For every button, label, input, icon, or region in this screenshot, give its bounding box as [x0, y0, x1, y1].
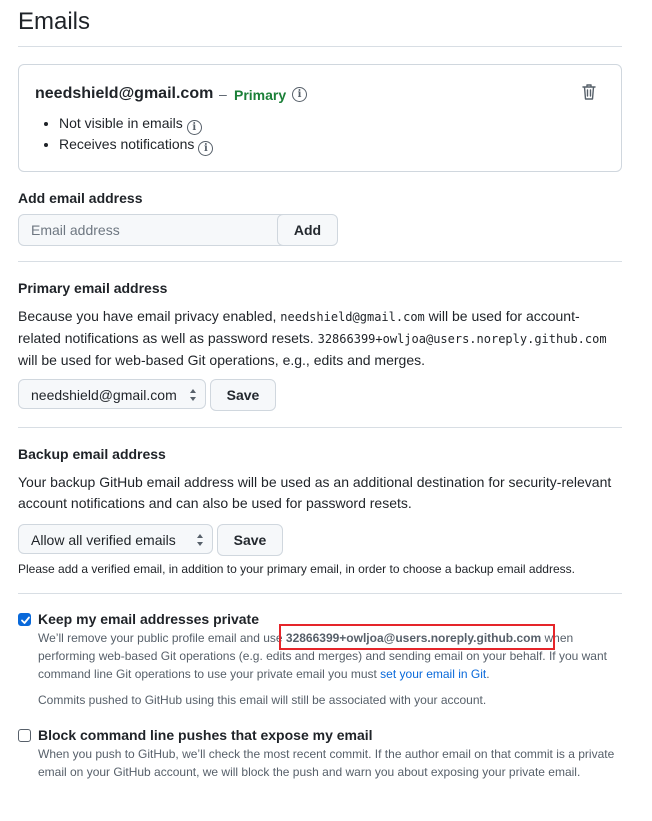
primary-email-heading: Primary email address [18, 280, 168, 296]
block-push-label[interactable]: Block command line pushes that expose my… [38, 727, 373, 743]
add-email-button[interactable]: Add [277, 214, 338, 246]
backup-email-select[interactable]: Allow all verified emails [18, 524, 213, 554]
highlight-box [279, 624, 555, 650]
divider [18, 46, 622, 47]
select-arrows-icon [190, 389, 196, 401]
primary-email-description: Because you have email privacy enabled, … [18, 308, 607, 368]
email-input[interactable] [18, 214, 292, 246]
divider [18, 593, 622, 594]
block-push-checkbox[interactable] [18, 729, 31, 742]
block-push-description: When you push to GitHub, we’ll check the… [38, 747, 615, 779]
select-arrows-icon [197, 534, 203, 546]
info-icon[interactable]: i [292, 87, 307, 102]
save-backup-email-button[interactable]: Save [217, 524, 283, 556]
backup-email-heading: Backup email address [18, 446, 166, 462]
divider [18, 427, 622, 428]
commits-note: Commits pushed to GitHub using this emai… [38, 693, 487, 707]
primary-badge: Primary [234, 87, 287, 103]
email-address: needshield@gmail.com [35, 85, 214, 102]
list-item: Not visible in emailsi [59, 113, 213, 135]
page-title: Emails [18, 8, 91, 35]
primary-email-select[interactable]: needshield@gmail.com [18, 379, 206, 409]
info-icon[interactable]: i [186, 120, 202, 135]
separator-dash: – [219, 86, 227, 102]
save-primary-email-button[interactable]: Save [210, 379, 276, 411]
info-icon[interactable]: i [198, 141, 214, 156]
email-properties-list: Not visible in emailsi Receives notifica… [37, 113, 214, 156]
primary-email-card: needshield@gmail.com – Primary i Not vis… [18, 64, 622, 172]
check-icon [21, 616, 30, 624]
divider [18, 261, 622, 262]
trash-icon[interactable] [581, 83, 597, 101]
set-email-in-git-link[interactable]: set your email in Git [380, 667, 486, 681]
backup-email-description: Your backup GitHub email address will be… [18, 474, 612, 511]
keep-private-label[interactable]: Keep my email addresses private [38, 611, 259, 627]
backup-email-note: Please add a verified email, in addition… [18, 562, 575, 576]
keep-private-checkbox[interactable] [18, 613, 31, 626]
list-item: Receives notificationsi [59, 134, 214, 156]
add-email-heading: Add email address [18, 190, 143, 206]
